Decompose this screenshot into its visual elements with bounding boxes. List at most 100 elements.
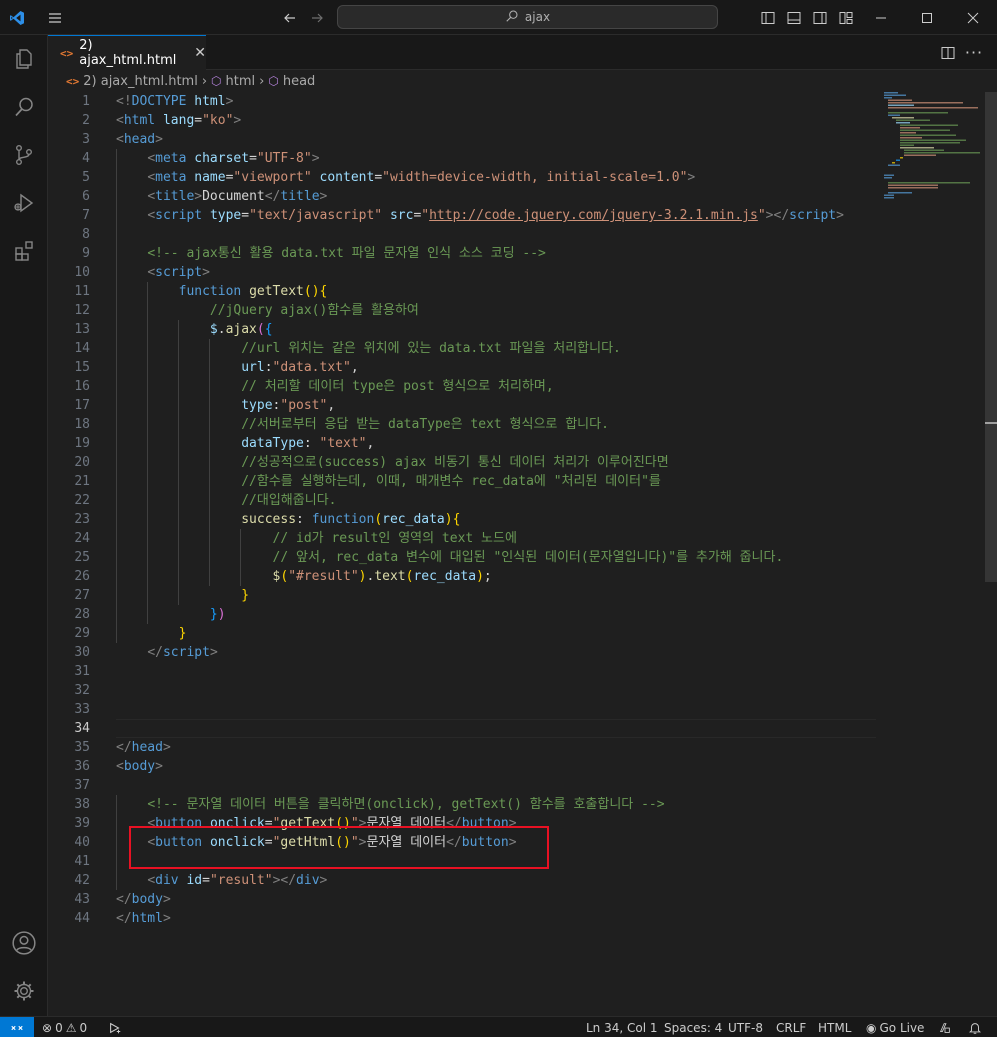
toggle-panel-icon[interactable] [786, 0, 802, 35]
split-editor-icon[interactable] [938, 35, 958, 70]
go-live-button[interactable]: ◉ Go Live [866, 1017, 924, 1037]
breadcrumb-item-html[interactable]: html [226, 74, 256, 89]
back-arrow-icon[interactable] [280, 0, 300, 35]
code-line[interactable]: 25 // 앞서, rec_data 변수에 대입된 "인식된 데이터(문자열입… [48, 548, 876, 567]
code-text[interactable]: }) [116, 605, 226, 624]
code-line[interactable]: 10 <script> [48, 263, 876, 282]
code-text[interactable]: </html> [116, 909, 171, 928]
code-text[interactable]: <script type="text/javascript" src="http… [116, 206, 844, 225]
code-line[interactable]: 32 [48, 681, 876, 700]
code-line[interactable]: 29 } [48, 624, 876, 643]
code-text[interactable]: <meta name="viewport" content="width=dev… [116, 168, 695, 187]
code-line[interactable]: 6 <title>Document</title> [48, 187, 876, 206]
code-text[interactable]: } [116, 624, 187, 643]
customize-layout-icon[interactable] [838, 0, 854, 35]
end-of-line[interactable]: CRLF [776, 1017, 806, 1037]
toggle-secondary-sidebar-icon[interactable] [812, 0, 828, 35]
code-text[interactable]: //함수를 실행하는데, 이때, 매개변수 rec_data에 "처리된 데이터… [116, 472, 661, 491]
code-text[interactable]: //jQuery ajax()함수를 활용하여 [116, 301, 419, 320]
code-line[interactable]: 15 url:"data.txt", [48, 358, 876, 377]
indentation[interactable]: Spaces: 4 [664, 1017, 722, 1037]
code-line[interactable]: 31 [48, 662, 876, 681]
source-control-icon[interactable] [0, 131, 48, 179]
code-line[interactable]: 3 <head> [48, 130, 876, 149]
code-line[interactable]: 33 [48, 700, 876, 719]
code-text[interactable]: <div id="result"></div> [116, 871, 327, 890]
code-line[interactable]: 38 <!-- 문자열 데이터 버튼을 클릭하면(onclick), getTe… [48, 795, 876, 814]
command-center-search[interactable]: ajax [337, 5, 718, 29]
code-text[interactable]: success: function(rec_data){ [116, 510, 460, 529]
code-text[interactable]: //서버로부터 응답 받는 dataType은 text 형식으로 합니다. [116, 415, 609, 434]
code-line[interactable]: 42 <div id="result"></div> [48, 871, 876, 890]
forward-arrow-icon[interactable] [307, 0, 327, 35]
code-text[interactable]: //대입해줍니다. [116, 491, 336, 510]
code-text[interactable]: } [116, 586, 249, 605]
code-line[interactable]: 30 </script> [48, 643, 876, 662]
code-text[interactable]: </body> [116, 890, 171, 909]
code-line[interactable]: 44 </html> [48, 909, 876, 928]
language-mode[interactable]: HTML [818, 1017, 851, 1037]
code-line[interactable]: 14 //url 위치는 같은 위치에 있는 data.txt 파일을 처리합니… [48, 339, 876, 358]
code-text[interactable]: // 앞서, rec_data 변수에 대입된 "인식된 데이터(문자열입니다)… [116, 548, 784, 567]
minimize-icon[interactable] [870, 0, 892, 35]
code-text[interactable]: //성공적으로(success) ajax 비동기 통신 데이터 처리가 이루어… [116, 453, 668, 472]
code-line[interactable]: 1 <!DOCTYPE html> [48, 92, 876, 111]
code-line[interactable]: 23 success: function(rec_data){ [48, 510, 876, 529]
code-line[interactable]: 28 }) [48, 605, 876, 624]
code-text[interactable]: url:"data.txt", [116, 358, 358, 377]
close-icon[interactable] [962, 0, 984, 35]
code-line[interactable]: 37 [48, 776, 876, 795]
close-tab-icon[interactable]: ✕ [194, 45, 206, 61]
code-text[interactable]: </script> [116, 643, 217, 662]
code-text[interactable]: <meta charset="UTF-8"> [116, 149, 319, 168]
code-text[interactable]: // 처리할 데이터 type은 post 형식으로 처리하며, [116, 377, 553, 396]
code-text[interactable]: <!-- 문자열 데이터 버튼을 클릭하면(onclick), getText(… [116, 795, 664, 814]
manage-gear-icon[interactable] [0, 967, 48, 1015]
code-text[interactable]: // id가 result인 영역의 text 노드에 [116, 529, 517, 548]
code-text[interactable]: <body> [116, 757, 163, 776]
code-line[interactable]: 21 //함수를 실행하는데, 이때, 매개변수 rec_data에 "처리된 … [48, 472, 876, 491]
run-debug-icon[interactable] [0, 179, 48, 227]
toggle-primary-sidebar-icon[interactable] [760, 0, 776, 35]
remote-indicator-icon[interactable] [0, 1017, 34, 1037]
search-icon[interactable] [0, 83, 48, 131]
tab-ajax-html[interactable]: <> 2) ajax_html.html ✕ [48, 35, 206, 70]
explorer-icon[interactable] [0, 35, 48, 83]
code-line[interactable]: 36 <body> [48, 757, 876, 776]
code-text[interactable]: //url 위치는 같은 위치에 있는 data.txt 파일을 처리합니다. [116, 339, 621, 358]
maximize-icon[interactable] [916, 0, 938, 35]
code-text[interactable]: <title>Document</title> [116, 187, 327, 206]
encoding[interactable]: UTF-8 [728, 1017, 763, 1037]
code-text[interactable]: <!DOCTYPE html> [116, 92, 233, 111]
problems-indicator[interactable]: ⊗ 0 ⚠ 0 [42, 1017, 87, 1037]
code-line[interactable]: 11 function getText(){ [48, 282, 876, 301]
code-line[interactable]: 8 [48, 225, 876, 244]
code-text[interactable]: <script> [116, 263, 210, 282]
minimap[interactable] [880, 92, 985, 202]
cursor-position[interactable]: Ln 34, Col 1 [586, 1017, 658, 1037]
code-text[interactable]: <html lang="ko"> [116, 111, 241, 130]
code-editor[interactable]: 1 <!DOCTYPE html> 2 <html lang="ko"> 3 <head>… [48, 92, 997, 1016]
code-line[interactable]: 26 $("#result").text(rec_data); [48, 567, 876, 586]
code-line[interactable]: 7 <script type="text/javascript" src="ht… [48, 206, 876, 225]
code-line[interactable]: 43 </body> [48, 890, 876, 909]
copilot-icon[interactable] [938, 1017, 952, 1037]
more-actions-icon[interactable]: ··· [964, 35, 984, 70]
code-line[interactable]: 16 // 처리할 데이터 type은 post 형식으로 처리하며, [48, 377, 876, 396]
account-icon[interactable] [0, 919, 48, 967]
code-text[interactable]: <head> [116, 130, 163, 149]
code-line[interactable]: 22 //대입해줍니다. [48, 491, 876, 510]
code-text[interactable]: type:"post", [116, 396, 335, 415]
code-line[interactable]: 13 $.ajax({ [48, 320, 876, 339]
code-text[interactable]: $.ajax({ [116, 320, 273, 339]
menu-icon[interactable] [44, 0, 66, 35]
extensions-icon[interactable] [0, 227, 48, 275]
vertical-scrollbar-thumb[interactable] [985, 92, 997, 582]
code-line[interactable]: 20 //성공적으로(success) ajax 비동기 통신 데이터 처리가 … [48, 453, 876, 472]
notifications-bell-icon[interactable] [968, 1017, 982, 1037]
breadcrumb-item-head[interactable]: head [283, 74, 315, 89]
code-line[interactable]: 17 type:"post", [48, 396, 876, 415]
code-line[interactable]: 19 dataType: "text", [48, 434, 876, 453]
code-text[interactable]: <!-- ajax통신 활용 data.txt 파일 문자열 인식 소스 코딩 … [116, 244, 546, 263]
code-line[interactable]: 12 //jQuery ajax()함수를 활용하여 [48, 301, 876, 320]
